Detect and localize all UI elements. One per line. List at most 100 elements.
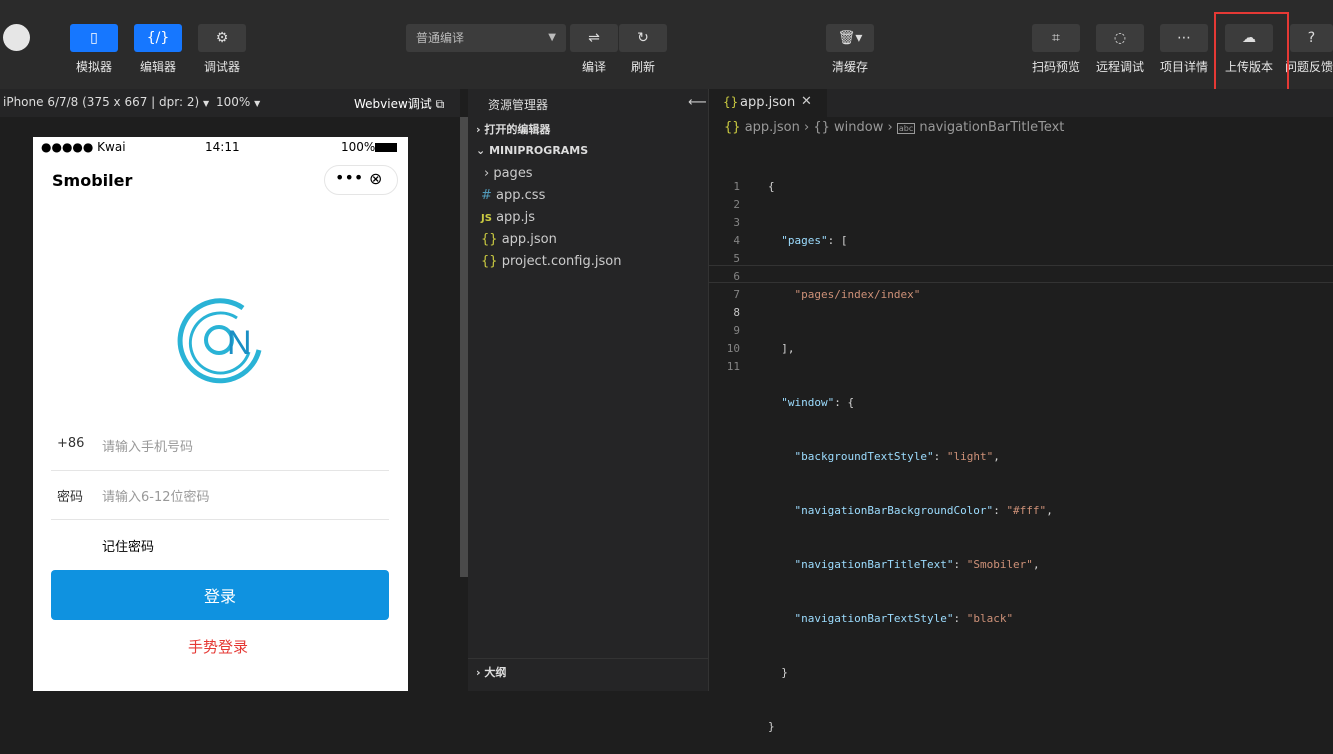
- file-label: project.config.json: [501, 254, 622, 269]
- webview-debug-label: Webview调试: [354, 97, 432, 111]
- country-code[interactable]: +86: [57, 436, 84, 451]
- json-icon: {}: [724, 120, 741, 135]
- project-details-label: 项目详情: [1159, 60, 1208, 74]
- simulator-label: 模拟器: [75, 60, 112, 74]
- tab-app-json[interactable]: {} app.json ✕: [709, 89, 827, 117]
- gesture-login-link[interactable]: 手势登录: [188, 636, 248, 657]
- device-select[interactable]: iPhone 6/7/8 (375 x 667 | dpr: 2) ▼: [3, 95, 209, 109]
- feedback-button[interactable]: ?: [1290, 24, 1333, 52]
- compile-mode-select[interactable]: 普通编译 ▼: [406, 24, 566, 52]
- simulator-scrollbar[interactable]: [460, 117, 468, 577]
- code-line: ],: [768, 342, 795, 355]
- login-button[interactable]: 登录: [51, 570, 389, 620]
- compile-button[interactable]: ⇌: [570, 24, 618, 52]
- compile-mode-value: 普通编译: [416, 31, 465, 45]
- bug-icon: ⚙: [215, 30, 229, 46]
- zoom-value: 100%: [216, 95, 251, 109]
- project-label: MINIPROGRAMS: [489, 144, 589, 157]
- object-icon: {}: [813, 120, 830, 135]
- password-input[interactable]: 请输入6-12位密码: [102, 486, 210, 505]
- webview-debug-button[interactable]: Webview调试 ⧉: [354, 95, 444, 112]
- popout-icon: ⧉: [435, 97, 445, 111]
- remember-checkbox[interactable]: 记住密码: [102, 536, 154, 555]
- divider: [51, 519, 389, 520]
- string-icon: abc: [896, 123, 916, 134]
- status-battery: 100%: [341, 140, 376, 154]
- more-icon: ⋯: [1177, 30, 1191, 46]
- refresh-icon: ↻: [637, 30, 649, 46]
- phone-icon: ▯: [90, 30, 98, 46]
- upload-highlight-box: [1214, 12, 1289, 94]
- code-line: }: [768, 666, 788, 679]
- remote-debug-label: 远程调试: [1095, 60, 1144, 74]
- tab-label: app.json: [740, 95, 796, 110]
- app-logo: N: [177, 298, 262, 384]
- breadcrumb: {} app.json › {} window › abc navigation…: [724, 120, 1064, 135]
- close-circle-icon[interactable]: ⊗: [369, 169, 382, 188]
- code-line: "navigationBarTextStyle": "black": [794, 612, 1014, 625]
- file-label: app.js: [496, 210, 536, 225]
- phone-screen: ●●●●● Kwai 14:11 100% Smobiler ••• ⊗ N +…: [33, 137, 408, 691]
- chevron-right-icon: ›: [476, 666, 481, 679]
- breadcrumb-item[interactable]: navigationBarTitleText: [919, 120, 1064, 135]
- chevron-right-icon: ›: [887, 120, 893, 135]
- scan-preview-button[interactable]: ⌗: [1032, 24, 1080, 52]
- caret-down-icon: ▼: [254, 99, 261, 108]
- file-item-app-json[interactable]: {} app.json: [481, 232, 557, 247]
- file-item-project-config[interactable]: {} project.config.json: [481, 254, 621, 269]
- phone-input[interactable]: 请输入手机号码: [102, 436, 193, 455]
- divider: [468, 658, 708, 659]
- debugger-label: 调试器: [203, 60, 240, 74]
- clear-cache-button[interactable]: 🗑▾: [826, 24, 874, 52]
- file-label: app.json: [501, 232, 557, 247]
- more-dots-icon[interactable]: •••: [335, 168, 363, 187]
- open-editors-label: 打开的编辑器: [484, 123, 551, 136]
- caret-down-icon: ▼: [548, 32, 556, 43]
- open-editors-section[interactable]: › 打开的编辑器: [476, 121, 550, 137]
- file-item-pages[interactable]: › pages: [484, 166, 533, 181]
- code-line: {: [768, 180, 775, 193]
- file-item-app-js[interactable]: JS app.js: [481, 210, 535, 225]
- js-icon: JS: [481, 213, 492, 224]
- chevron-right-icon: ›: [804, 120, 810, 135]
- simulator-button[interactable]: ▯: [70, 24, 118, 52]
- project-details-button[interactable]: ⋯: [1160, 24, 1208, 52]
- code-line: "pages/index/index": [794, 288, 921, 301]
- project-section[interactable]: ⌄ MINIPROGRAMS: [476, 144, 588, 157]
- file-label: pages: [493, 166, 533, 181]
- refresh-button[interactable]: ↻: [619, 24, 667, 52]
- code-line: "navigationBarBackgroundColor": "#fff",: [794, 504, 1053, 517]
- scan-icon: ⌗: [1052, 30, 1060, 46]
- chevron-down-icon: ⌄: [476, 144, 486, 157]
- editor-label: 编辑器: [139, 60, 176, 74]
- breadcrumb-item[interactable]: app.json: [745, 120, 800, 135]
- explorer-title: 资源管理器: [488, 98, 549, 112]
- json-icon: {}: [481, 254, 498, 269]
- editor-button[interactable]: {/}: [134, 24, 182, 52]
- compile-icon: ⇌: [588, 30, 600, 46]
- user-avatar[interactable]: [3, 24, 30, 51]
- device-value: iPhone 6/7/8 (375 x 667 | dpr: 2): [3, 95, 200, 109]
- json-icon: {}: [723, 95, 739, 109]
- file-item-app-css[interactable]: # app.css: [481, 188, 545, 203]
- code-line: "window": {: [781, 396, 855, 409]
- menu-capsule: ••• ⊗: [324, 165, 398, 195]
- svg-text:N: N: [227, 324, 252, 362]
- code-content[interactable]: { "pages": [ "pages/index/index" ], "win…: [768, 142, 1053, 754]
- debugger-button[interactable]: ⚙: [198, 24, 246, 52]
- remote-debug-icon: ◌: [1113, 30, 1127, 46]
- refresh-label: 刷新: [630, 60, 655, 74]
- password-label: 密码: [57, 490, 84, 505]
- close-icon[interactable]: ✕: [801, 94, 812, 109]
- collapse-icon[interactable]: ⟵: [688, 95, 707, 110]
- remote-debug-button[interactable]: ◌: [1096, 24, 1144, 52]
- file-label: app.css: [496, 188, 546, 203]
- battery-icon: [375, 143, 397, 152]
- chevron-right-icon: ›: [484, 166, 490, 181]
- feedback-label: 问题反馈: [1285, 60, 1333, 74]
- breadcrumb-item[interactable]: window: [834, 120, 883, 135]
- code-line: "navigationBarTitleText": "Smobiler",: [794, 558, 1040, 571]
- css-icon: #: [481, 188, 492, 203]
- zoom-select[interactable]: 100% ▼: [216, 95, 260, 109]
- outline-section[interactable]: › 大纲: [476, 664, 506, 680]
